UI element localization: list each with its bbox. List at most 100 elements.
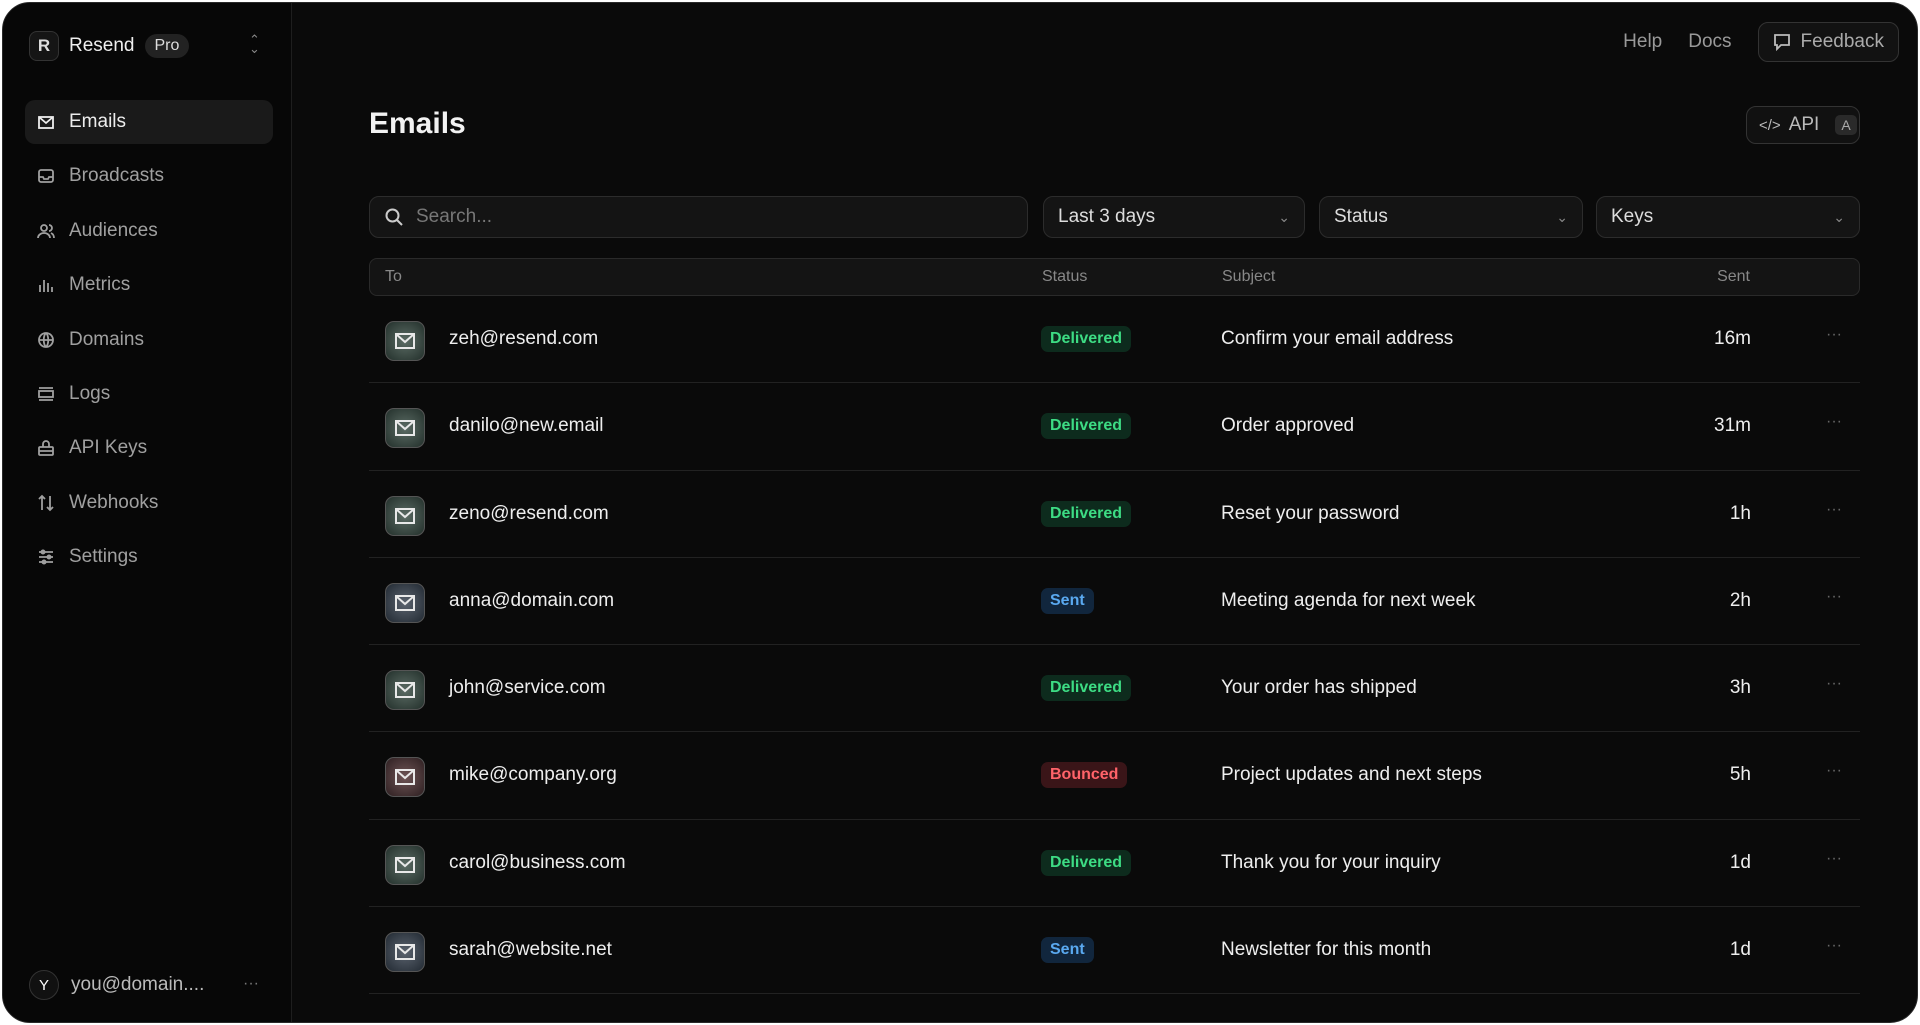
sidebar-nav: Emails Broadcasts Audiences Metrics Domains L… xyxy=(25,100,273,590)
recipient: carol@business.com xyxy=(449,852,626,874)
sidebar-item-label: Metrics xyxy=(69,274,130,296)
sent-time: 3h xyxy=(1730,677,1751,699)
bar-chart-icon xyxy=(37,276,55,294)
users-icon xyxy=(37,222,55,240)
team-switcher[interactable]: R Resend Pro xyxy=(29,31,189,61)
more-options-icon[interactable]: ··· xyxy=(1826,850,1842,868)
more-options-icon[interactable]: ··· xyxy=(1826,413,1842,431)
sidebar-item-label: Domains xyxy=(69,329,144,351)
more-options-icon[interactable]: ··· xyxy=(1826,326,1842,344)
date-range-value: Last 3 days xyxy=(1058,206,1155,228)
search-placeholder: Search... xyxy=(416,206,492,228)
mail-icon xyxy=(385,583,425,623)
avatar: Y xyxy=(29,970,59,1000)
arrows-icon xyxy=(37,494,55,512)
subject: Confirm your email address xyxy=(1221,328,1453,350)
api-button[interactable]: </> API A xyxy=(1746,106,1860,144)
api-label: API xyxy=(1789,114,1820,136)
sidebar-item-label: Audiences xyxy=(69,220,158,242)
user-email: you@domain.... xyxy=(71,974,204,996)
sidebar-item-broadcasts[interactable]: Broadcasts xyxy=(25,154,273,198)
subject: Meeting agenda for next week xyxy=(1221,590,1476,612)
code-icon: </> xyxy=(1759,117,1781,134)
subject: Project updates and next steps xyxy=(1221,764,1482,786)
table-row[interactable]: danilo@new.email Delivered Order approve… xyxy=(369,383,1860,470)
table-row[interactable]: zeh@resend.com Delivered Confirm your em… xyxy=(369,296,1860,383)
sidebar-item-label: Broadcasts xyxy=(69,165,164,187)
sent-time: 1d xyxy=(1730,939,1751,961)
table-row[interactable]: sarah@website.net Sent Newsletter for th… xyxy=(369,907,1860,994)
sidebar-item-emails[interactable]: Emails xyxy=(25,100,273,144)
keys-value: Keys xyxy=(1611,206,1653,228)
mail-icon xyxy=(385,408,425,448)
topbar: Help Docs Feedback xyxy=(1623,22,1899,62)
feedback-button[interactable]: Feedback xyxy=(1758,22,1899,62)
date-range-select[interactable]: Last 3 days⌄ xyxy=(1043,196,1305,238)
status-value: Status xyxy=(1334,206,1388,228)
more-options-icon[interactable]: ··· xyxy=(1826,675,1842,693)
mail-icon xyxy=(385,932,425,972)
table-row[interactable]: john@service.com Delivered Your order ha… xyxy=(369,645,1860,732)
table-row[interactable]: mike@company.org Bounced Project updates… xyxy=(369,732,1860,819)
plan-badge: Pro xyxy=(145,34,190,58)
app-window: R Resend Pro ⌃⌄ Emails Broadcasts Audience… xyxy=(2,2,1918,1023)
header-to: To xyxy=(385,268,402,286)
subject: Newsletter for this month xyxy=(1221,939,1431,961)
help-link[interactable]: Help xyxy=(1623,31,1662,53)
feedback-label: Feedback xyxy=(1801,31,1884,53)
recipient: anna@domain.com xyxy=(449,590,614,612)
recipient: john@service.com xyxy=(449,677,606,699)
keys-select[interactable]: Keys ⌄ xyxy=(1596,196,1860,238)
header-subject: Subject xyxy=(1222,268,1275,286)
sidebar-item-domains[interactable]: Domains xyxy=(25,318,273,362)
subject: Thank you for your inquiry xyxy=(1221,852,1441,874)
chevron-up-down-icon[interactable]: ⌃⌄ xyxy=(249,35,260,53)
status-badge: Delivered xyxy=(1041,413,1131,439)
more-options-icon[interactable]: ··· xyxy=(1826,588,1842,606)
table-row[interactable]: carol@business.com Delivered Thank you f… xyxy=(369,820,1860,907)
more-options-icon[interactable]: ··· xyxy=(1826,937,1842,955)
search-icon xyxy=(384,207,404,227)
sent-time: 31m xyxy=(1714,415,1751,437)
mail-icon xyxy=(385,321,425,361)
sent-time: 16m xyxy=(1714,328,1751,350)
sidebar-item-logs[interactable]: Logs xyxy=(25,372,273,416)
chevron-down-icon: ⌄ xyxy=(1833,209,1845,226)
recipient: sarah@website.net xyxy=(449,939,612,961)
sidebar-item-label: API Keys xyxy=(69,437,147,459)
sidebar: R Resend Pro ⌃⌄ Emails Broadcasts Audience… xyxy=(3,3,292,1022)
subject: Reset your password xyxy=(1221,503,1399,525)
mail-icon xyxy=(385,845,425,885)
sidebar-item-api-keys[interactable]: API Keys xyxy=(25,426,273,470)
api-shortcut: A xyxy=(1835,115,1856,135)
sidebar-item-label: Webhooks xyxy=(69,492,158,514)
header-sent: Sent xyxy=(1717,268,1750,286)
user-more-icon[interactable]: ··· xyxy=(243,975,259,993)
status-badge: Delivered xyxy=(1041,850,1131,876)
sidebar-item-audiences[interactable]: Audiences xyxy=(25,209,273,253)
sidebar-item-settings[interactable]: Settings xyxy=(25,535,273,579)
table-row[interactable]: zeno@resend.com Delivered Reset your pas… xyxy=(369,471,1860,558)
search-input[interactable]: Search... xyxy=(369,196,1028,238)
status-badge: Delivered xyxy=(1041,675,1131,701)
status-select[interactable]: Status⌄ xyxy=(1319,196,1583,238)
status-badge: Sent xyxy=(1041,937,1094,963)
brand-name: Resend xyxy=(69,35,135,57)
page-title: Emails xyxy=(369,107,466,141)
subject: Your order has shipped xyxy=(1221,677,1417,699)
more-options-icon[interactable]: ··· xyxy=(1826,501,1842,519)
sidebar-item-webhooks[interactable]: Webhooks xyxy=(25,481,273,525)
user-menu[interactable]: Y you@domain.... xyxy=(29,970,204,1000)
status-badge: Bounced xyxy=(1041,762,1127,788)
docs-link[interactable]: Docs xyxy=(1688,31,1731,53)
sent-time: 1d xyxy=(1730,852,1751,874)
status-badge: Delivered xyxy=(1041,326,1131,352)
table-row[interactable]: anna@domain.com Sent Meeting agenda for … xyxy=(369,558,1860,645)
recipient: mike@company.org xyxy=(449,764,617,786)
sent-time: 1h xyxy=(1730,503,1751,525)
table-header: To Status Subject Sent xyxy=(369,258,1860,296)
more-options-icon[interactable]: ··· xyxy=(1826,762,1842,780)
message-square-icon xyxy=(1773,33,1791,51)
sidebar-item-metrics[interactable]: Metrics xyxy=(25,263,273,307)
mail-icon xyxy=(385,757,425,797)
